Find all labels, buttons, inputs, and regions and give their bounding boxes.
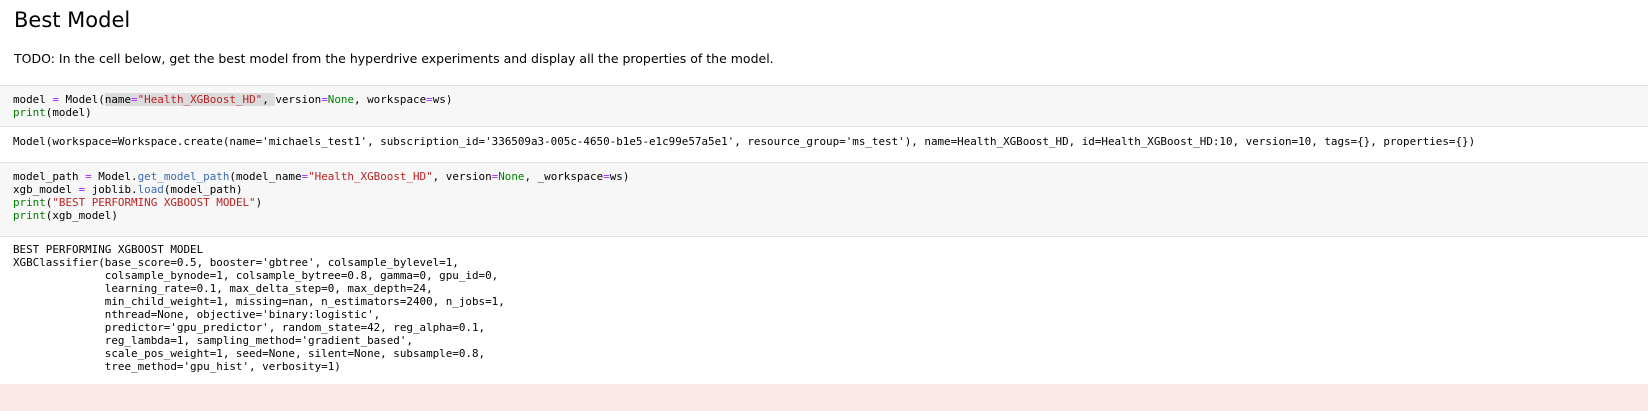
code-token: name bbox=[104, 93, 132, 106]
stderr-output-strip bbox=[0, 384, 1648, 411]
code-token: load bbox=[137, 183, 164, 196]
code-token: "BEST PERFORMING XGBOOST MODEL" bbox=[52, 196, 256, 209]
code-token: model bbox=[13, 93, 53, 106]
code-token: (model_name bbox=[229, 170, 302, 183]
code-token: (model_path) bbox=[163, 183, 243, 196]
code-token: , workspace bbox=[354, 93, 427, 106]
code-token: ) bbox=[255, 196, 263, 209]
code-token: (model) bbox=[45, 106, 92, 119]
code-token: Model( bbox=[58, 93, 105, 106]
code-token: model_path bbox=[13, 170, 86, 183]
selected-text: name="Health_XGBoost_HD", bbox=[104, 93, 276, 106]
code-editor-1[interactable]: model = Model(name="Health_XGBoost_HD", … bbox=[13, 93, 452, 119]
code-cell-1[interactable]: model = Model(name="Health_XGBoost_HD", … bbox=[0, 85, 1648, 127]
code-editor-2[interactable]: model_path = Model.get_model_path(model_… bbox=[13, 170, 629, 222]
section-heading: Best Model bbox=[14, 8, 131, 32]
code-token: get_model_path bbox=[137, 170, 230, 183]
code-token: , version bbox=[432, 170, 492, 183]
code-token: xgb_model bbox=[13, 183, 79, 196]
code-token: Model bbox=[91, 170, 132, 183]
code-token: , _workspace bbox=[524, 170, 604, 183]
code-token: version bbox=[275, 93, 322, 106]
code-token: "Health_XGBoost_HD" bbox=[137, 93, 263, 106]
code-token: ws) bbox=[609, 170, 630, 183]
code-token: joblib bbox=[85, 183, 132, 196]
code-token: , bbox=[262, 93, 276, 106]
code-token: print bbox=[13, 209, 46, 222]
code-token: (xgb_model) bbox=[45, 209, 118, 222]
cell-output-1: Model(workspace=Workspace.create(name='m… bbox=[13, 135, 1476, 148]
code-token: ws) bbox=[432, 93, 453, 106]
todo-text: TODO: In the cell below, get the best mo… bbox=[14, 51, 774, 66]
code-token: None bbox=[498, 170, 525, 183]
code-cell-2[interactable]: model_path = Model.get_model_path(model_… bbox=[0, 162, 1648, 237]
code-token: print bbox=[13, 196, 46, 209]
code-token: None bbox=[327, 93, 355, 106]
cell-output-2: BEST PERFORMING XGBOOST MODEL XGBClassif… bbox=[13, 243, 505, 373]
code-token: "Health_XGBoost_HD" bbox=[308, 170, 433, 183]
code-token: print bbox=[13, 106, 46, 119]
